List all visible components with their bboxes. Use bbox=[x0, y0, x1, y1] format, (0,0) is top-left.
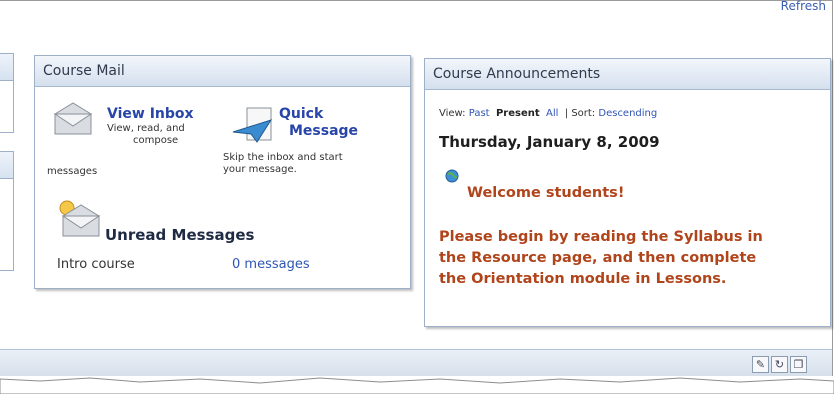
quick-message-desc-2: your message. bbox=[223, 164, 297, 175]
view-label: View: bbox=[439, 108, 466, 119]
quick-message-link-1[interactable]: Quick bbox=[279, 106, 358, 123]
left-panel-top bbox=[0, 53, 14, 133]
view-inbox-desc-1: View, read, and bbox=[107, 123, 185, 134]
course-mail-title: Course Mail bbox=[35, 56, 410, 87]
edit-wrench-icon[interactable]: ✎ bbox=[752, 356, 769, 373]
restore-window-icon[interactable]: ❐ bbox=[790, 356, 807, 373]
unread-envelope-icon bbox=[59, 200, 101, 237]
view-inbox-desc-2: compose bbox=[133, 135, 179, 146]
quick-message-desc-1: Skip the inbox and start bbox=[223, 152, 343, 163]
unread-course-label: Intro course bbox=[57, 257, 135, 272]
announcement-body-1: Please begin by reading the Syllabus in bbox=[439, 229, 763, 245]
refresh-icon[interactable]: ↻ bbox=[771, 356, 788, 373]
announcement-headline: Welcome students! bbox=[467, 185, 625, 201]
announcement-date: Thursday, January 8, 2009 bbox=[439, 129, 721, 155]
announcements-title: Course Announcements bbox=[425, 59, 830, 90]
view-bar: View: Past Present All | Sort: Descendin… bbox=[439, 108, 657, 119]
quick-message-icon bbox=[232, 107, 273, 143]
view-present: Present bbox=[495, 108, 540, 119]
view-all-link[interactable]: All bbox=[546, 108, 558, 119]
view-inbox-link[interactable]: View Inbox bbox=[107, 106, 194, 123]
sort-label: | Sort: bbox=[564, 108, 596, 119]
left-panel-bottom bbox=[0, 151, 14, 271]
announcement-body-3: the Orientation module in Lessons. bbox=[439, 271, 727, 287]
view-past-link[interactable]: Past bbox=[469, 108, 490, 119]
view-inbox-desc-3: messages bbox=[47, 166, 98, 177]
torn-edge bbox=[0, 376, 834, 394]
announcements-panel: Course Announcements View: Past Present … bbox=[424, 58, 831, 327]
course-mail-panel: Course Mail View Inbox View, read, and c… bbox=[34, 55, 411, 289]
globe-icon bbox=[445, 169, 459, 183]
envelope-icon bbox=[53, 102, 93, 135]
sort-descending-link[interactable]: Descending bbox=[598, 108, 657, 119]
unread-count-link[interactable]: 0 messages bbox=[232, 257, 310, 272]
unread-messages-link[interactable]: Unread Messages bbox=[105, 227, 254, 244]
refresh-link[interactable]: Refresh bbox=[781, 0, 826, 13]
quick-message-link-2[interactable]: Message bbox=[279, 123, 358, 140]
announcement-body-2: the Resource page, and then complete bbox=[439, 250, 757, 266]
portal-window: Refresh Course Mail View Inbox View, rea… bbox=[0, 0, 833, 380]
